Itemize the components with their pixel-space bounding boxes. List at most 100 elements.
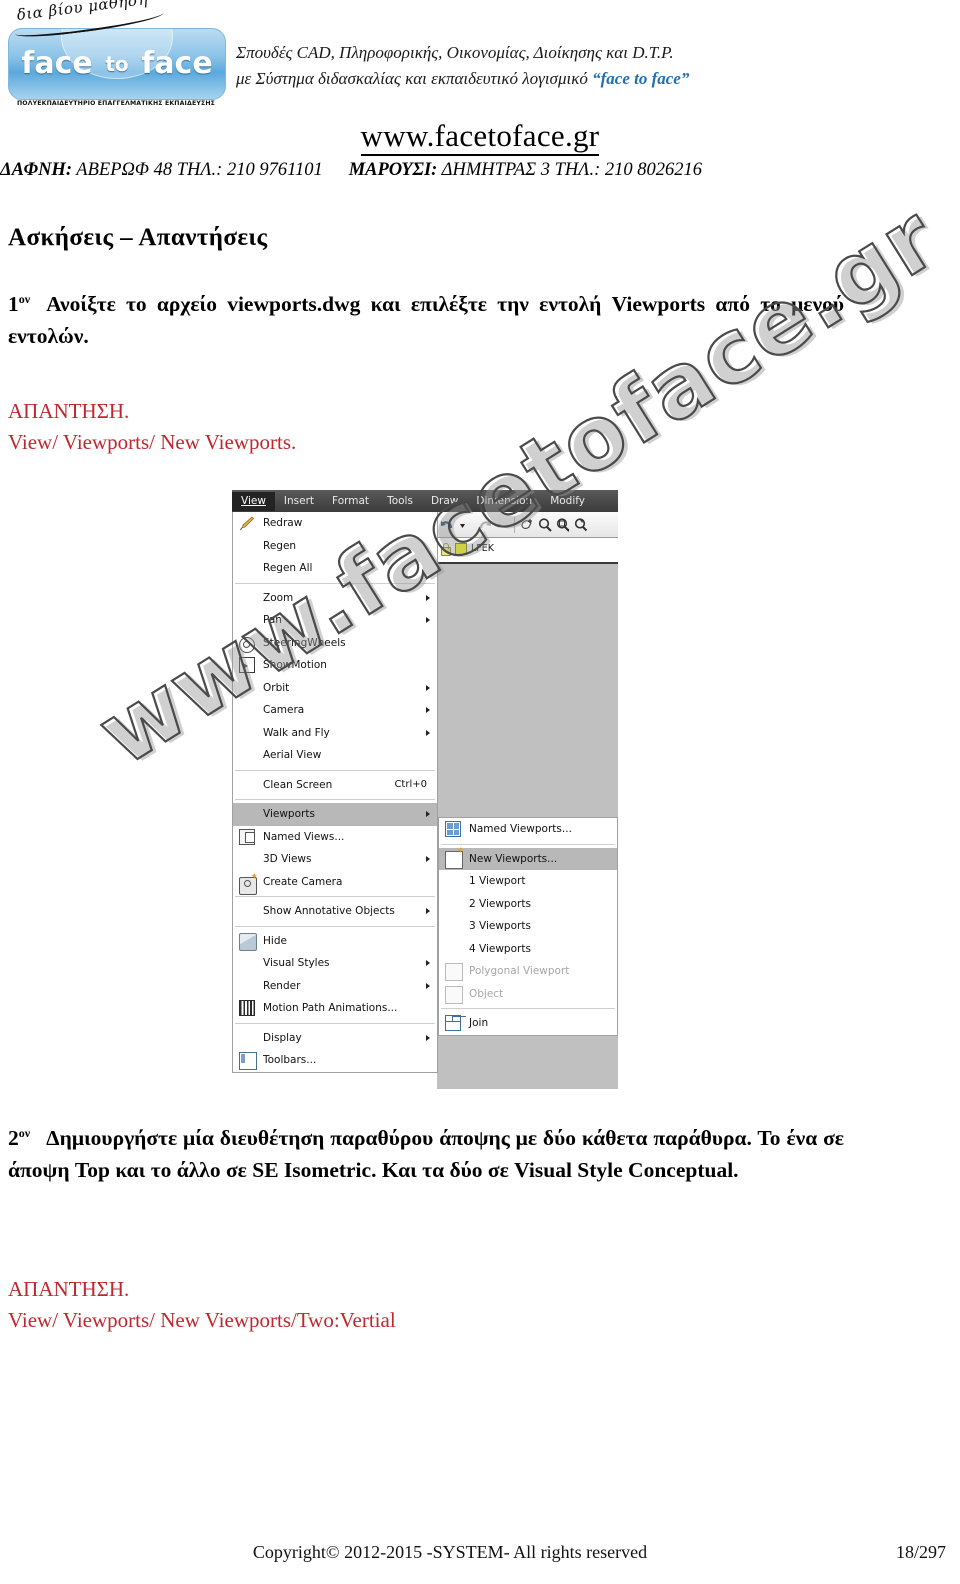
toolbar-separator: [514, 516, 515, 533]
menu-item-showmotion[interactable]: ShowMotion: [233, 654, 437, 677]
menu-item-regen-all[interactable]: Regen All: [233, 557, 437, 580]
menubar-item-insert[interactable]: Insert: [275, 492, 323, 511]
submenu-item-object: Object: [439, 983, 617, 1006]
layer-name: LFEK: [471, 543, 494, 554]
submenu-item-3-viewports[interactable]: 3 Viewports: [439, 915, 617, 938]
menubar-item-modify[interactable]: Modify: [541, 492, 594, 511]
menubar-item-format[interactable]: Format: [323, 492, 378, 511]
menu-item-render[interactable]: Render: [233, 975, 437, 998]
menu-item-viewports[interactable]: Viewports: [233, 803, 437, 826]
question-1: 1ον Ανοίξτε το αρχείο viewports.dwg και ε…: [8, 283, 844, 352]
logo-word-face-left: face: [21, 46, 93, 81]
menu-item-display[interactable]: Display: [233, 1027, 437, 1050]
footer-copyright: Copyright© 2012-2015 -SYSTEM- All rights…: [252, 1542, 648, 1562]
menubar-item-tools[interactable]: Tools: [378, 492, 422, 511]
header-website[interactable]: www.facetoface.gr: [0, 118, 960, 156]
menu-separator-3: [235, 799, 435, 800]
menu-item-visual-styles[interactable]: Visual Styles: [233, 952, 437, 975]
chevron-right-icon: [426, 1034, 430, 1041]
viewports-submenu[interactable]: Named Viewports... New Viewports... 1 Vi…: [438, 817, 618, 1036]
menu-item-named-views[interactable]: Named Views...: [233, 826, 437, 849]
menu-item-motion-path-animations-label: Motion Path Animations...: [263, 1002, 398, 1015]
menu-item-zoom[interactable]: Zoom: [233, 587, 437, 610]
menu-item-walk-and-fly[interactable]: Walk and Fly: [233, 722, 437, 745]
submenu-item-join[interactable]: Join: [439, 1012, 617, 1035]
submenu-item-named-viewports[interactable]: Named Viewports...: [439, 818, 617, 841]
undo-icon[interactable]: [440, 517, 456, 533]
menubar-item-view-label: View: [241, 494, 266, 507]
redo-icon[interactable]: [476, 517, 492, 533]
redo-dropdown-icon[interactable]: [494, 517, 510, 533]
menu-item-zoom-label: Zoom: [263, 591, 294, 604]
create-camera-icon: [239, 872, 258, 895]
menubar-item-draw[interactable]: Draw: [422, 492, 467, 511]
address-marousi-value: ΔΗΜΗΤΡΑΣ 3 ΤΗΛ.: 210 8026216: [437, 160, 702, 180]
submenu-item-2-viewports[interactable]: 2 Viewports: [439, 893, 617, 916]
menu-item-pan[interactable]: Pan: [233, 609, 437, 632]
logo-plate: face to face: [8, 28, 226, 100]
submenu-item-new-viewports[interactable]: New Viewports...: [439, 846, 617, 870]
toolbars-icon: [239, 1052, 257, 1071]
menu-item-orbit[interactable]: Orbit: [233, 677, 437, 700]
menu-item-clean-screen[interactable]: Clean Screen Ctrl+0: [233, 774, 437, 797]
question-2: 2ον Δημιουργήστε μία διευθέτηση παραθύρου…: [8, 1117, 844, 1186]
menu-item-viewports-label: Viewports: [263, 808, 315, 821]
menu-item-show-annotative-objects[interactable]: Show Annotative Objects: [233, 900, 437, 923]
menubar-item-dimension[interactable]: Dimension: [467, 492, 541, 511]
menu-item-toolbars[interactable]: Toolbars...: [233, 1049, 437, 1072]
menu-item-clean-screen-shortcut: Ctrl+0: [394, 779, 427, 791]
menu-item-camera[interactable]: Camera: [233, 699, 437, 722]
chevron-right-icon: [426, 960, 430, 967]
menu-item-regen-all-label: Regen All: [263, 562, 313, 575]
menu-item-visual-styles-label: Visual Styles: [263, 957, 330, 970]
menu-item-redraw[interactable]: Redraw: [233, 512, 437, 535]
header-tagline-2: με Σύστημα διδασκαλίας και εκπαιδευτικό …: [236, 66, 856, 92]
logo-script-text: δια βίου μάθηση: [16, 0, 149, 24]
join-icon: [445, 1015, 461, 1032]
hide-icon: [239, 932, 257, 951]
layer-color-swatch[interactable]: [455, 542, 467, 555]
autocad-layer-bar[interactable]: LFEK: [437, 539, 618, 558]
submenu-item-1-viewport[interactable]: 1 Viewport: [439, 870, 617, 893]
question-2-number: 2ον: [8, 1126, 30, 1150]
menu-item-motion-path-animations[interactable]: Motion Path Animations...: [233, 997, 437, 1020]
submenu-item-2-viewports-label: 2 Viewports: [469, 897, 531, 910]
question-1-text: Ανοίξτε το αρχείο viewports.dwg και επιλ…: [8, 292, 844, 349]
zoom-window-icon[interactable]: [555, 517, 571, 533]
menu-item-show-annotative-objects-label: Show Annotative Objects: [263, 905, 395, 918]
menubar-item-view[interactable]: View: [232, 491, 275, 511]
logo-caption: ΠΟΛΥΕΚΠΑΙΔΕΥΤΗΡΙΟ ΕΠΑΓΓΕΛΜΑΤΙΚΗΣ ΕΚΠΑΙΔΕ…: [16, 100, 216, 107]
menu-item-aerial-view[interactable]: Aerial View: [233, 744, 437, 767]
address-daphne-value: ΑΒΕΡΩΦ 48 ΤΗΛ.: 210 9761101: [72, 160, 323, 180]
autocad-menubar[interactable]: View Insert Format Tools Draw Dimension …: [232, 490, 618, 512]
menu-item-hide-label: Hide: [263, 934, 287, 947]
menu-item-regen[interactable]: Regen: [233, 535, 437, 558]
answer-2: ΑΠΑΝΤΗΣΗ. View/ Viewports/ New Viewports…: [8, 1274, 396, 1336]
logo-word-face-right: face: [141, 46, 213, 81]
address-daphne-label: ΔΑΦΝΗ:: [0, 160, 72, 180]
page-header: δια βίου μάθηση face to face ΠΟΛΥΕΚΠΑΙΔΕ…: [0, 0, 960, 196]
logo-word-to: to: [105, 52, 129, 76]
submenu-item-4-viewports[interactable]: 4 Viewports: [439, 938, 617, 961]
submenu-item-4-viewports-label: 4 Viewports: [469, 942, 531, 955]
chevron-right-icon: [426, 684, 430, 691]
menu-item-3d-views[interactable]: 3D Views: [233, 848, 437, 871]
pan-realtime-icon[interactable]: [519, 517, 535, 533]
company-logo: δια βίου μάθηση face to face ΠΟΛΥΕΚΠΑΙΔΕ…: [8, 0, 226, 112]
menu-item-hide[interactable]: Hide: [233, 930, 437, 953]
menu-item-steeringwheels[interactable]: SteeringWheels: [233, 632, 437, 655]
submenu-item-new-viewports-label: New Viewports...: [469, 852, 558, 865]
autocad-toolbar[interactable]: [437, 512, 618, 538]
menu-item-create-camera-label: Create Camera: [263, 875, 343, 888]
undo-dropdown-icon[interactable]: [458, 517, 474, 533]
zoom-realtime-icon[interactable]: [537, 517, 553, 533]
header-tagline-2-prefix: με Σύστημα διδασκαλίας και εκπαιδευτικό …: [236, 69, 593, 88]
zoom-previous-icon[interactable]: [573, 517, 589, 533]
menu-item-create-camera[interactable]: Create Camera: [233, 871, 437, 895]
object-icon: [445, 985, 463, 1004]
section-heading: Ασκήσεις – Απαντήσεις: [8, 224, 268, 251]
submenu-item-object-label: Object: [469, 987, 504, 1000]
layer-lock-icon[interactable]: [439, 542, 451, 556]
view-dropdown-menu[interactable]: Redraw Regen Regen All Zoom Pan Steering…: [232, 512, 438, 1073]
pencil-icon: [239, 515, 255, 531]
